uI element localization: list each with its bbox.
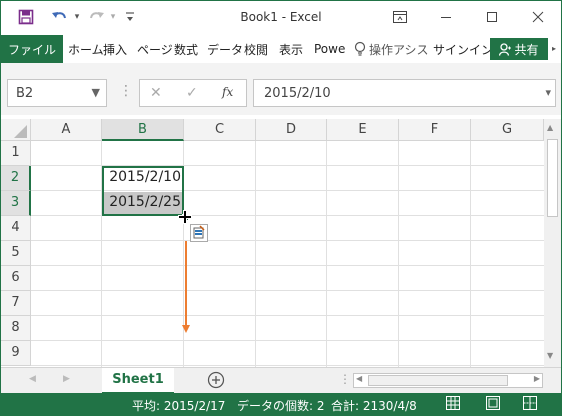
column-header-b[interactable]: B — [102, 119, 184, 141]
gridline — [31, 340, 544, 341]
row-header-9[interactable]: 9 — [1, 341, 31, 366]
share-label: 共有 — [514, 42, 539, 57]
normal-view-icon[interactable] — [446, 396, 460, 413]
insert-function-icon[interactable]: fx — [222, 85, 233, 99]
formula-input[interactable]: 2015/2/10 ▾ — [253, 79, 556, 107]
tab-power[interactable]: Powe — [314, 35, 345, 63]
person-icon — [499, 42, 512, 56]
column-header-e[interactable]: E — [327, 119, 399, 141]
cell-b2[interactable]: 2015/2/10 — [102, 169, 184, 185]
worksheet-grid[interactable]: A B C D E F G 1 2 3 4 5 6 7 8 9 2015/2/1… — [1, 119, 544, 367]
row-header-7[interactable]: 7 — [1, 291, 31, 316]
formula-value: 2015/2/10 — [264, 86, 331, 101]
cancel-icon[interactable]: ✕ — [150, 85, 162, 101]
tell-me-label: 操作アシス — [369, 42, 429, 57]
gridline — [31, 240, 544, 241]
share-button[interactable]: 共有 — [490, 38, 548, 60]
status-sum: 合計: 2130/4/8 — [331, 399, 417, 413]
name-box[interactable]: B2 ▼ — [7, 79, 107, 107]
name-box-dropdown-icon[interactable]: ▼ — [92, 86, 100, 99]
ribbon-display-icon[interactable] — [377, 1, 423, 33]
sheet-tab-bar: ◀ ▶ Sheet1 ⋮ ◀ ▶ — [1, 367, 561, 394]
column-header-a[interactable]: A — [31, 119, 102, 141]
gridline — [31, 365, 544, 366]
status-bar: 平均: 2015/2/17 データの個数: 2 合計: 2130/4/8 — [1, 393, 561, 415]
row-header-2[interactable]: 2 — [1, 166, 31, 191]
horizontal-scroll-thumb[interactable] — [368, 375, 508, 386]
formula-expand-icon[interactable]: ▾ — [545, 86, 551, 99]
close-icon[interactable] — [515, 1, 561, 33]
gridline — [31, 315, 544, 316]
tab-home[interactable]: ホーム — [68, 35, 104, 63]
gridline — [470, 141, 471, 367]
column-header-g[interactable]: G — [471, 119, 544, 141]
maximize-icon[interactable] — [469, 1, 515, 33]
autofill-options-icon[interactable] — [190, 224, 208, 242]
column-header-c[interactable]: C — [184, 119, 256, 141]
status-count: データの個数: 2 — [237, 399, 325, 413]
lightbulb-icon — [354, 41, 366, 57]
gridline — [31, 265, 544, 266]
formula-bar: B2 ▼ ⋮ ✕ ✓ fx 2015/2/10 ▾ — [1, 63, 561, 115]
row-header-3[interactable]: 3 — [1, 191, 31, 216]
gridline — [255, 141, 256, 367]
row-header-5[interactable]: 5 — [1, 241, 31, 266]
column-header-d[interactable]: D — [256, 119, 327, 141]
row-header-8[interactable]: 8 — [1, 316, 31, 341]
ribbon-scroll-icon[interactable]: ▸ — [552, 44, 556, 53]
row-header-1[interactable]: 1 — [1, 141, 31, 166]
scroll-left-icon[interactable]: ◀ — [356, 374, 362, 383]
sheet-prev-icon[interactable]: ◀ — [29, 374, 36, 384]
drag-arrow — [182, 241, 190, 333]
formula-buttons: ✕ ✓ fx — [139, 79, 247, 107]
tab-view[interactable]: 表示 — [279, 35, 303, 63]
select-all-button[interactable] — [1, 119, 31, 141]
page-break-view-icon[interactable] — [523, 396, 537, 413]
row-header-6[interactable]: 6 — [1, 266, 31, 291]
tab-page-layout[interactable]: ページ — [137, 35, 173, 63]
add-sheet-icon[interactable] — [207, 371, 225, 392]
ribbon-tabs: ファイル ホーム 挿入 ページ 数式 データ 校閲 表示 Powe 操作アシス … — [1, 35, 561, 64]
scroll-right-icon[interactable]: ▶ — [534, 374, 540, 383]
page-layout-view-icon[interactable] — [486, 396, 500, 413]
row-header-4[interactable]: 4 — [1, 216, 31, 241]
tab-insert[interactable]: 挿入 — [103, 35, 127, 63]
scroll-down-icon[interactable]: ▼ — [547, 351, 553, 360]
vertical-scroll-thumb[interactable] — [547, 139, 558, 217]
horizontal-scrollbar[interactable]: ◀ ▶ — [353, 373, 543, 388]
tab-split-grip-icon[interactable]: ⋮ — [339, 372, 351, 386]
gridline — [31, 290, 544, 291]
name-box-value: B2 — [16, 86, 34, 101]
tab-formulas[interactable]: 数式 — [174, 35, 198, 63]
enter-icon[interactable]: ✓ — [186, 85, 198, 101]
tab-review[interactable]: 校閲 — [244, 35, 268, 63]
tab-data[interactable]: データ — [207, 35, 243, 63]
cell-b3[interactable]: 2015/2/25 — [102, 194, 184, 210]
gridline — [398, 141, 399, 367]
formula-bar-grip-icon[interactable]: ⋮ — [119, 83, 133, 99]
status-average: 平均: 2015/2/17 — [132, 399, 226, 413]
vertical-scrollbar[interactable]: ▲ ▼ — [544, 119, 561, 367]
column-header-f[interactable]: F — [399, 119, 471, 141]
excel-window: ▾ ▾ Book1 - Excel ファイル ホーム 挿入 ページ 数式 データ… — [0, 0, 562, 416]
tab-file[interactable]: ファイル — [1, 35, 63, 63]
scroll-up-icon[interactable]: ▲ — [547, 123, 553, 132]
title-bar: ▾ ▾ Book1 - Excel — [1, 1, 561, 35]
sheet-next-icon[interactable]: ▶ — [63, 374, 70, 384]
sheet-tab-sheet1[interactable]: Sheet1 — [102, 368, 174, 394]
signin-link[interactable]: サインイン — [433, 35, 493, 63]
tell-me-box[interactable]: 操作アシス — [354, 35, 429, 63]
minimize-icon[interactable] — [423, 1, 469, 33]
gridline — [326, 141, 327, 367]
